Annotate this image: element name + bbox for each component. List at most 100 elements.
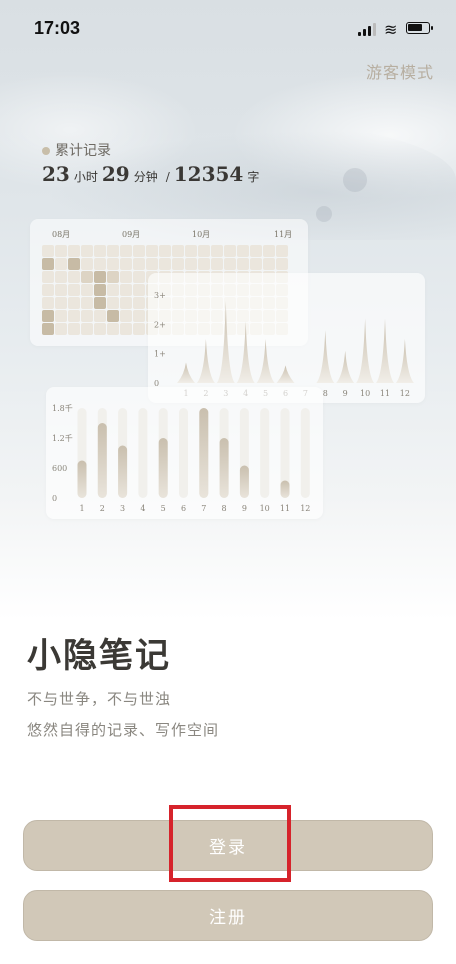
stats-label: 累计记录	[42, 140, 111, 160]
spike-mark	[356, 318, 375, 383]
heatmap-cell	[42, 297, 54, 309]
heatmap-cell	[224, 258, 236, 270]
guest-mode-link[interactable]: 游客模式	[366, 59, 434, 83]
x-tick-label: 6	[181, 504, 186, 513]
heatmap-cell	[107, 271, 119, 283]
x-tick-label: 10	[360, 389, 370, 398]
stats-hours: 23	[42, 162, 70, 186]
heatmap-cell	[107, 323, 119, 335]
heatmap-cell	[133, 284, 145, 296]
stats-minutes-unit: 分钟	[133, 170, 158, 184]
slogan-line-1: 不与世争，不与世浊	[27, 690, 172, 708]
heatmap-cell	[120, 297, 132, 309]
x-tick-label: 2	[100, 504, 105, 513]
heatmap-cell	[107, 284, 119, 296]
heatmap-cell	[68, 310, 80, 322]
heatmap-cell	[55, 284, 67, 296]
heatmap-cell	[42, 323, 54, 335]
bar-mark	[118, 445, 128, 498]
signal-icon	[358, 22, 378, 36]
heatmap-cell	[250, 245, 262, 257]
highlight-box	[169, 805, 291, 882]
spike-mark	[177, 362, 195, 383]
status-bar: 17:03 ≋	[0, 0, 456, 56]
bar-mark	[239, 465, 249, 498]
spike-mark	[395, 339, 414, 383]
heatmap-cell	[81, 323, 93, 335]
heatmap-cell	[55, 245, 67, 257]
heatmap-cell	[81, 297, 93, 309]
bar-mark	[97, 423, 107, 498]
x-tick-label: 1	[79, 504, 84, 513]
heatmap-cell	[55, 271, 67, 283]
heatmap-cell	[276, 245, 288, 257]
x-tick-label: 10	[260, 504, 270, 513]
slogan-line-2: 悠然自得的记录、写作空间	[27, 721, 220, 739]
app-name: 小隐笔记	[27, 636, 171, 676]
heatmap-cell	[42, 271, 54, 283]
y-tick-label: 1.2千	[52, 433, 73, 443]
bar-mark	[199, 408, 209, 498]
heatmap-cell	[172, 245, 184, 257]
heatmap-cell	[42, 245, 54, 257]
heatmap-cell	[263, 258, 275, 270]
register-button[interactable]: 注册	[23, 890, 433, 941]
x-tick-label: 3	[120, 504, 125, 513]
heatmap-cell	[133, 323, 145, 335]
spike-mark	[216, 300, 235, 383]
spike-mark	[196, 339, 215, 383]
spike-mark	[336, 350, 355, 383]
stats-words: 12354	[173, 162, 244, 186]
spike-mark	[256, 339, 275, 383]
heatmap-cell	[185, 258, 197, 270]
heatmap-cell	[94, 271, 106, 283]
heatmap-cell	[81, 284, 93, 296]
heatmap-cell	[68, 284, 80, 296]
stats-words-unit: 字	[247, 170, 260, 184]
x-tick-label: 9	[343, 389, 348, 398]
heatmap-cell	[120, 323, 132, 335]
bar-track	[138, 408, 148, 498]
moon-decoration	[343, 168, 367, 192]
heatmap-cell	[42, 284, 54, 296]
heatmap-cell	[94, 258, 106, 270]
heatmap-cell	[68, 245, 80, 257]
heatmap-cell	[198, 245, 210, 257]
heatmap-cell	[120, 271, 132, 283]
heatmap-cell	[185, 245, 197, 257]
heatmap-cell	[55, 310, 67, 322]
heatmap-cell	[159, 245, 171, 257]
heatmap-cell	[94, 245, 106, 257]
month-label: 11月	[274, 230, 293, 239]
heatmap-cell	[120, 245, 132, 257]
bar-chart-card: 0 600 1.2千 1.8千 1 2 3 4 5 6 7 8 9 10 11 12	[46, 387, 323, 519]
bar-mark	[158, 438, 168, 498]
heatmap-cell	[237, 245, 249, 257]
battery-icon	[406, 22, 433, 34]
heatmap-cell	[94, 310, 106, 322]
stats-separator: /	[165, 170, 170, 184]
heatmap-cell	[133, 310, 145, 322]
heatmap-cell	[159, 258, 171, 270]
y-tick-label: 600	[52, 464, 67, 473]
y-tick-label: 1.8千	[52, 403, 73, 413]
heatmap-cell	[224, 245, 236, 257]
y-tick-label: 3+	[154, 291, 166, 300]
bar-track	[260, 408, 270, 498]
wifi-icon: ≋	[384, 20, 398, 39]
y-tick-label: 0	[52, 494, 57, 503]
x-tick-label: 12	[400, 389, 410, 398]
heatmap-cell	[107, 245, 119, 257]
heatmap-cell	[237, 258, 249, 270]
heatmap-cell	[68, 258, 80, 270]
heatmap-cell	[211, 245, 223, 257]
x-tick-label: 12	[300, 504, 310, 513]
bar-chart: 06001.2千1.8千1 2 3 4 5 6 7 8 9 10 11 12	[52, 403, 310, 513]
battery-level	[408, 24, 423, 31]
heatmap-cell	[133, 271, 145, 283]
heatmap-cell	[172, 258, 184, 270]
bar-mark	[219, 438, 229, 498]
heatmap-cell	[81, 271, 93, 283]
heatmap-cell	[146, 245, 158, 257]
stats-minutes: 29	[101, 162, 130, 186]
